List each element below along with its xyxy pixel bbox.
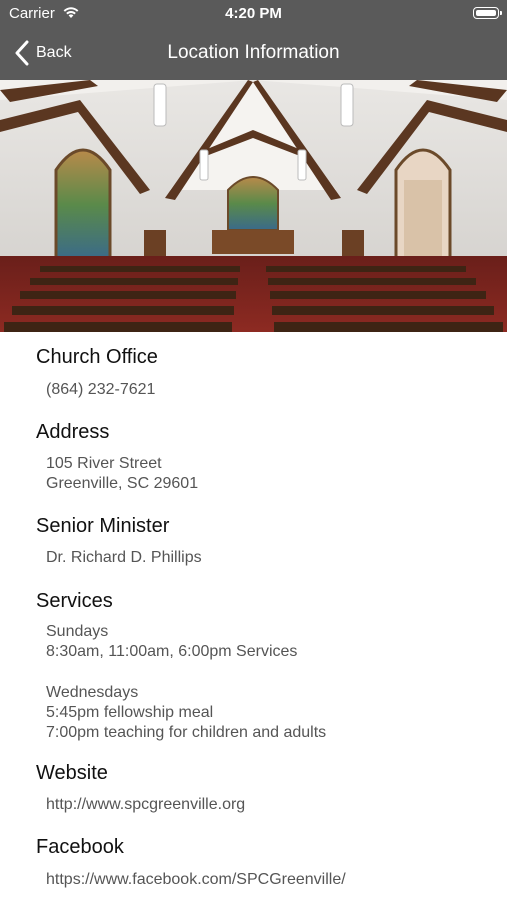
facebook-link[interactable]: https://www.facebook.com/SPCGreenville/ xyxy=(46,870,346,890)
website-heading: Website xyxy=(36,762,108,784)
sanctuary-image xyxy=(0,80,507,332)
wednesday-label: Wednesdays xyxy=(46,684,139,701)
wednesday-meal: 5:45pm fellowship meal xyxy=(46,704,214,721)
status-bar: Carrier 4:20 PM xyxy=(0,0,507,28)
sanctuary-photo xyxy=(0,80,507,332)
clock: 4:20 PM xyxy=(225,5,282,22)
wednesday-teaching: 7:00pm teaching for children and adults xyxy=(46,724,327,741)
sunday-label: Sundays xyxy=(46,623,109,640)
facebook-heading: Facebook xyxy=(36,836,124,858)
senior-minister-name: Dr. Richard D. Phillips xyxy=(46,549,202,566)
church-office-phone[interactable]: (864) 232-7621 xyxy=(46,380,155,400)
navigation-header: Carrier 4:20 PM Back Location Informatio… xyxy=(0,0,507,80)
church-office-heading: Church Office xyxy=(36,346,158,368)
address-heading: Address xyxy=(36,421,110,443)
battery-icon xyxy=(473,7,502,19)
services-heading: Services xyxy=(36,590,113,612)
address-line-1[interactable]: 105 River Street xyxy=(46,454,162,474)
senior-minister-heading: Senior Minister xyxy=(36,515,170,537)
website-link[interactable]: http://www.spcgreenville.org xyxy=(46,795,245,815)
sunday-times: 8:30am, 11:00am, 6:00pm Services xyxy=(46,643,298,660)
page-title: Location Information xyxy=(167,42,340,63)
address-line-2[interactable]: Greenville, SC 29601 xyxy=(46,474,198,494)
